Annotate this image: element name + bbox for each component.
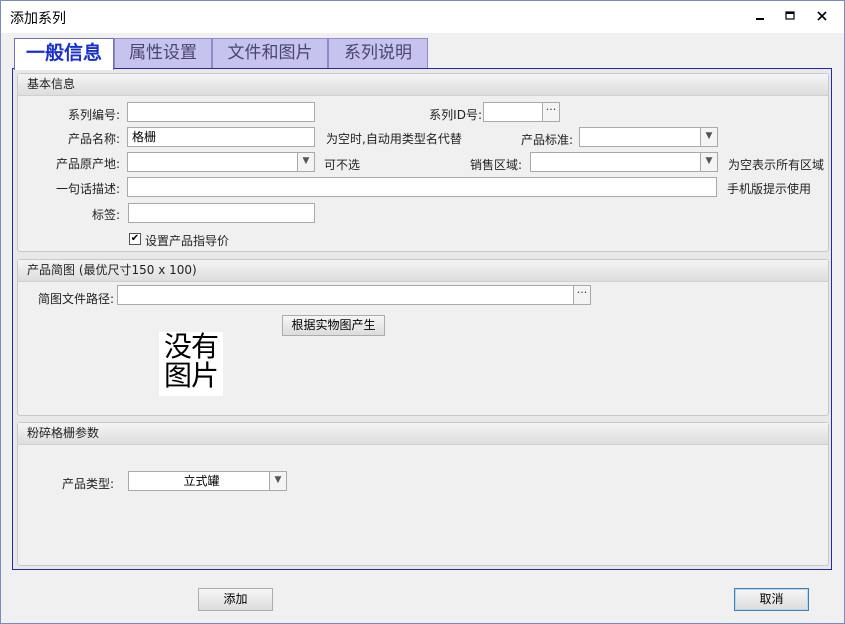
dialog-window: 添加系列 一般信息 属性设置 文件和图片 系列说明 基本信息 系列编号: 系列I… [0,0,845,624]
close-icon [817,11,827,21]
product-name-input[interactable]: 格栅 [127,127,315,147]
chevron-down-icon[interactable]: ▼ [700,153,717,171]
crusher-params-header: 粉碎格栅参数 [18,423,828,445]
thumbnail-browse-button[interactable]: ··· [573,286,590,304]
tab-general-info[interactable]: 一般信息 [14,38,114,70]
close-button[interactable] [807,1,837,31]
guide-price-label: 设置产品指导价 [145,234,230,248]
series-id-browse-button[interactable]: ··· [542,103,559,121]
product-name-label: 产品名称: [67,132,120,146]
no-image-placeholder: 没有 图片 [159,332,223,396]
sales-region-note: 为空表示所有区域 [728,158,825,172]
chevron-down-icon[interactable]: ▼ [269,472,286,490]
tab-series-description[interactable]: 系列说明 [328,38,428,68]
title-bar: 添加系列 [1,1,844,33]
chevron-down-icon[interactable]: ▼ [297,153,314,171]
thumbnail-path-label: 简图文件路径: [37,292,114,306]
series-no-label: 系列编号: [67,108,120,122]
series-id-input[interactable]: ··· [483,102,560,122]
crusher-params-group: 粉碎格栅参数 产品类型: 立式罐 ▼ [17,422,829,566]
no-image-text-line1: 没有 [163,330,219,363]
description-label: 一句话描述: [55,182,120,196]
origin-select[interactable]: ▼ [127,152,315,172]
chevron-down-icon[interactable]: ▼ [700,128,717,146]
tab-content-general: 基本信息 系列编号: 系列ID号: ··· 产品名称: 格栅 为空时,自动用类型… [12,68,832,570]
cancel-button[interactable]: 取消 [734,588,809,611]
product-type-select[interactable]: 立式罐 ▼ [128,471,287,491]
maximize-icon [785,11,795,20]
maximize-button[interactable] [775,1,805,31]
thumbnail-path-input[interactable]: ··· [117,285,591,305]
product-standard-label: 产品标准: [520,133,573,147]
add-button[interactable]: 添加 [198,588,273,611]
product-name-note: 为空时,自动用类型名代替 [326,132,462,146]
description-input[interactable] [127,177,717,197]
sales-region-select[interactable]: ▼ [530,152,718,172]
thumbnail-header: 产品简图 (最优尺寸150 x 100) [18,260,828,282]
no-image-text-line2: 图片 [163,359,219,392]
origin-label: 产品原产地: [55,157,120,171]
product-standard-select[interactable]: ▼ [579,127,718,147]
origin-note: 可不选 [324,158,361,172]
minimize-icon [756,18,764,20]
basic-info-group: 基本信息 系列编号: 系列ID号: ··· 产品名称: 格栅 为空时,自动用类型… [17,73,829,252]
tag-input[interactable] [128,203,315,223]
tab-attribute-settings[interactable]: 属性设置 [114,38,212,68]
description-note: 手机版提示使用 [727,182,812,196]
thumbnail-group: 产品简图 (最优尺寸150 x 100) 简图文件路径: ··· 根据实物图产生… [17,259,829,416]
product-type-value: 立式罐 [183,474,220,488]
tab-files-images[interactable]: 文件和图片 [212,38,328,68]
guide-price-checkbox[interactable]: ✔ [129,233,141,245]
generate-from-photo-button[interactable]: 根据实物图产生 [282,315,385,336]
series-id-label: 系列ID号: [429,108,482,122]
tag-label: 标签: [91,208,120,222]
product-type-label: 产品类型: [61,477,114,491]
series-no-input[interactable] [127,102,315,122]
window-title: 添加系列 [10,11,66,27]
basic-info-header: 基本信息 [18,74,828,96]
minimize-button[interactable] [745,1,775,31]
sales-region-label: 销售区域: [469,158,522,172]
